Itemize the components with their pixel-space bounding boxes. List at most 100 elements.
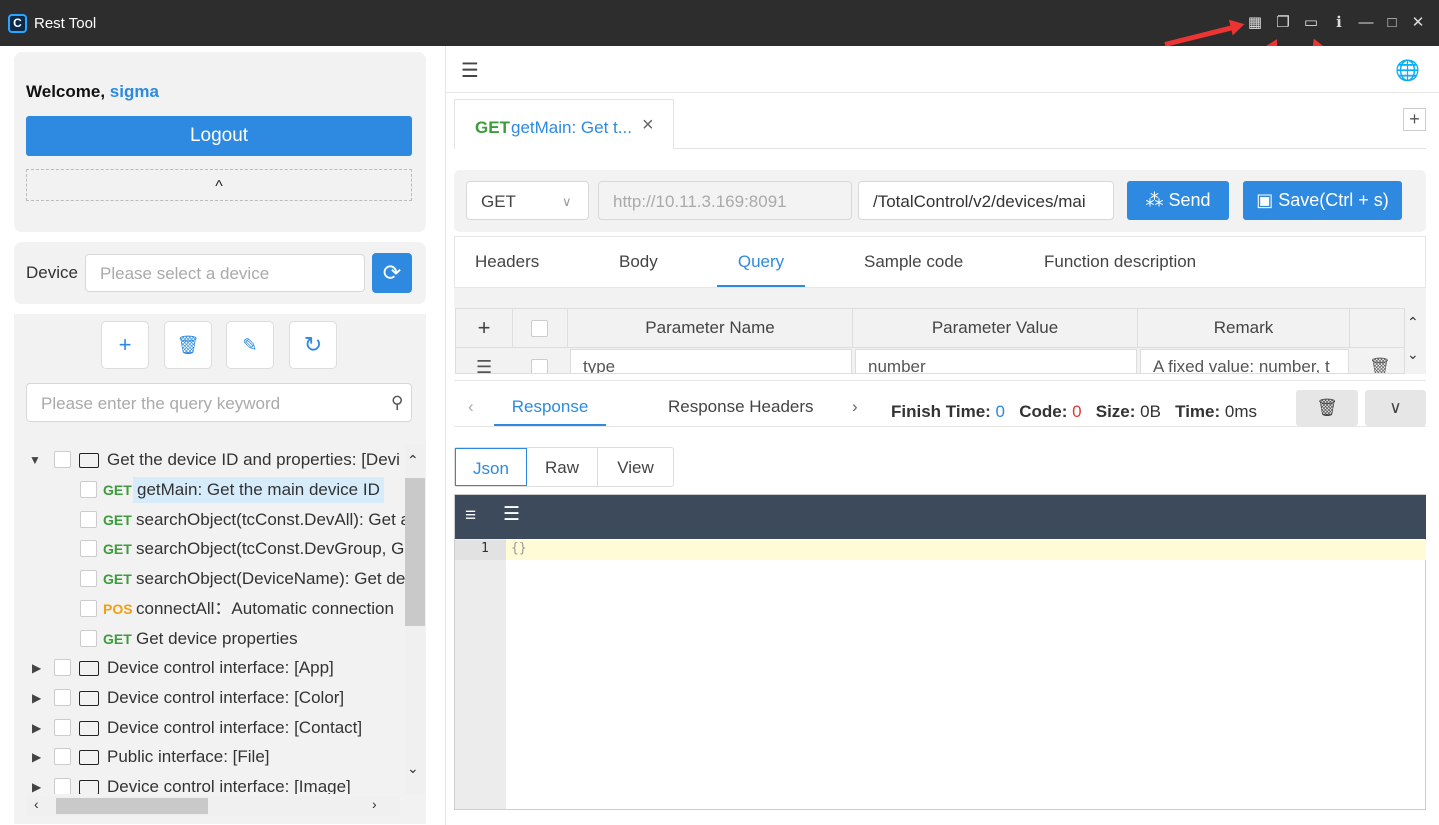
close-tab-icon[interactable]: × [642,114,654,137]
param-name-input[interactable]: type [570,349,852,373]
checkbox[interactable] [80,540,97,557]
trash-icon[interactable]: 🗑 [164,321,212,369]
tab-sample-code[interactable]: Sample code [864,237,963,287]
chevron-down-icon: ∨ [562,194,572,209]
logout-button[interactable]: Logout [26,116,412,156]
divider [454,380,1426,381]
maximize-icon[interactable]: □ [1381,12,1403,34]
checkbox[interactable] [54,748,71,765]
title-bar [0,0,1439,46]
scroll-up-icon[interactable]: ⌃ [1407,314,1419,331]
horizontal-scrollbar-thumb[interactable] [56,798,208,814]
tree-item-label: Get device properties [136,629,298,648]
collapse-button[interactable]: ^ [26,169,412,201]
divider [456,347,1404,348]
tab-response[interactable]: Response [494,386,606,426]
tree-folder-device-id[interactable]: ▼ Get the device ID and properties: [Dev… [14,445,406,475]
request-tab[interactable]: GET getMain: Get t... × [454,99,674,149]
clean-brush-icon[interactable]: ✎ [226,321,274,369]
compact-json-icon[interactable]: ☰ [503,503,520,526]
json-content[interactable]: {} [511,541,527,556]
caret-right-icon: ▶ [32,721,42,735]
checkbox[interactable] [80,511,97,528]
qrcode-icon[interactable]: ▦ [1244,12,1266,34]
method-badge: GET [103,631,132,647]
scroll-left-icon[interactable]: ‹ [34,796,39,812]
param-value-input[interactable]: number [855,349,1137,373]
view-preview-button[interactable]: View [598,448,673,486]
folder-icon [79,780,99,794]
checkbox[interactable] [54,451,71,468]
search-icon: ⚲ [391,393,404,412]
folder-icon [79,661,99,676]
search-input[interactable]: Please enter the query keyword [26,383,412,422]
reset-icon[interactable]: ↻ [289,321,337,369]
active-line-highlight [455,540,1426,560]
tab-headers[interactable]: Headers [475,237,539,287]
browser-window-icon[interactable]: ▭ [1300,12,1322,34]
folder-icon [79,721,99,736]
clear-response-button[interactable]: 🗑 [1296,390,1358,426]
checkbox[interactable] [80,630,97,647]
tab-scroll-right-icon[interactable]: › [852,397,858,417]
checkbox[interactable] [531,359,548,373]
view-json-button[interactable]: Json [455,448,527,486]
tab-body[interactable]: Body [619,237,658,287]
app-title: Rest Tool [34,15,97,32]
info-icon[interactable]: ℹ [1328,12,1350,34]
tab-label: getMain: Get t... [511,118,632,137]
param-remark-input[interactable]: A fixed value: number, t [1140,349,1349,373]
checkbox[interactable] [80,570,97,587]
path-input[interactable]: /TotalControl/v2/devices/mai [858,181,1114,220]
add-param-icon[interactable]: + [456,309,513,347]
delete-row-icon[interactable]: 🗑 [1369,357,1391,373]
checkbox[interactable] [54,778,71,794]
scroll-right-icon[interactable]: › [372,796,377,812]
view-mode-switch: Json Raw View [454,447,674,487]
tab-scroll-left-icon[interactable]: ‹ [468,397,474,417]
tree-item-label: searchObject(tcConst.DevAll): Get a [136,510,406,529]
tree-folder-label: Get the device ID and properties: [Devi [107,450,400,469]
column-header-remark: Remark [1138,309,1350,347]
drag-handle-icon[interactable]: ☰ [476,357,492,373]
method-badge: GET [103,571,132,587]
add-icon[interactable]: + [101,321,149,369]
caret-down-icon: ▼ [29,453,41,467]
column-header-value: Parameter Value [853,309,1138,347]
close-icon[interactable]: ✕ [1407,12,1429,34]
divider [674,148,1426,149]
checkbox[interactable] [54,659,71,676]
method-select[interactable]: GET ∨ [466,181,589,220]
checkbox[interactable] [80,481,97,498]
scroll-up-icon[interactable]: ⌃ [407,452,419,469]
vertical-scrollbar-thumb[interactable] [405,478,425,626]
api-tree: ▼ Get the device ID and properties: [Dev… [14,444,406,794]
collapse-sidebar-icon[interactable]: ☰ [461,58,479,83]
base-url-field: http://10.11.3.169:8091 [598,181,852,220]
copy-window-icon[interactable]: ❐ [1272,12,1294,34]
format-json-icon[interactable]: ≡ [465,505,476,527]
collapse-response-button[interactable]: ∨ [1365,390,1426,426]
checkbox[interactable] [54,689,71,706]
folder-open-icon [79,453,99,468]
checkbox[interactable] [80,600,97,617]
refresh-device-button[interactable]: ⟳ [372,253,412,293]
minimize-icon[interactable]: — [1355,12,1377,34]
send-icon: ⁂ [1145,190,1164,210]
send-button[interactable]: ⁂ Send [1127,181,1229,220]
checkbox[interactable] [54,719,71,736]
folder-icon [79,691,99,706]
globe-icon[interactable]: 🌐 [1395,58,1420,83]
new-tab-icon[interactable]: + [1403,108,1426,131]
table-scrollbar[interactable]: ⌃ ⌄ [1405,308,1426,374]
device-select[interactable]: Please select a device [85,254,365,292]
tab-response-headers[interactable]: Response Headers [668,386,814,426]
scroll-down-icon[interactable]: ⌄ [1407,346,1419,363]
tab-query[interactable]: Query [717,237,805,287]
view-raw-button[interactable]: Raw [527,448,598,486]
tab-function-description[interactable]: Function description [1044,237,1196,287]
divider [454,426,1426,427]
scroll-down-icon[interactable]: ⌄ [407,760,419,777]
save-button[interactable]: ▣ Save(Ctrl + s) [1243,181,1402,220]
checkbox[interactable] [531,320,548,337]
